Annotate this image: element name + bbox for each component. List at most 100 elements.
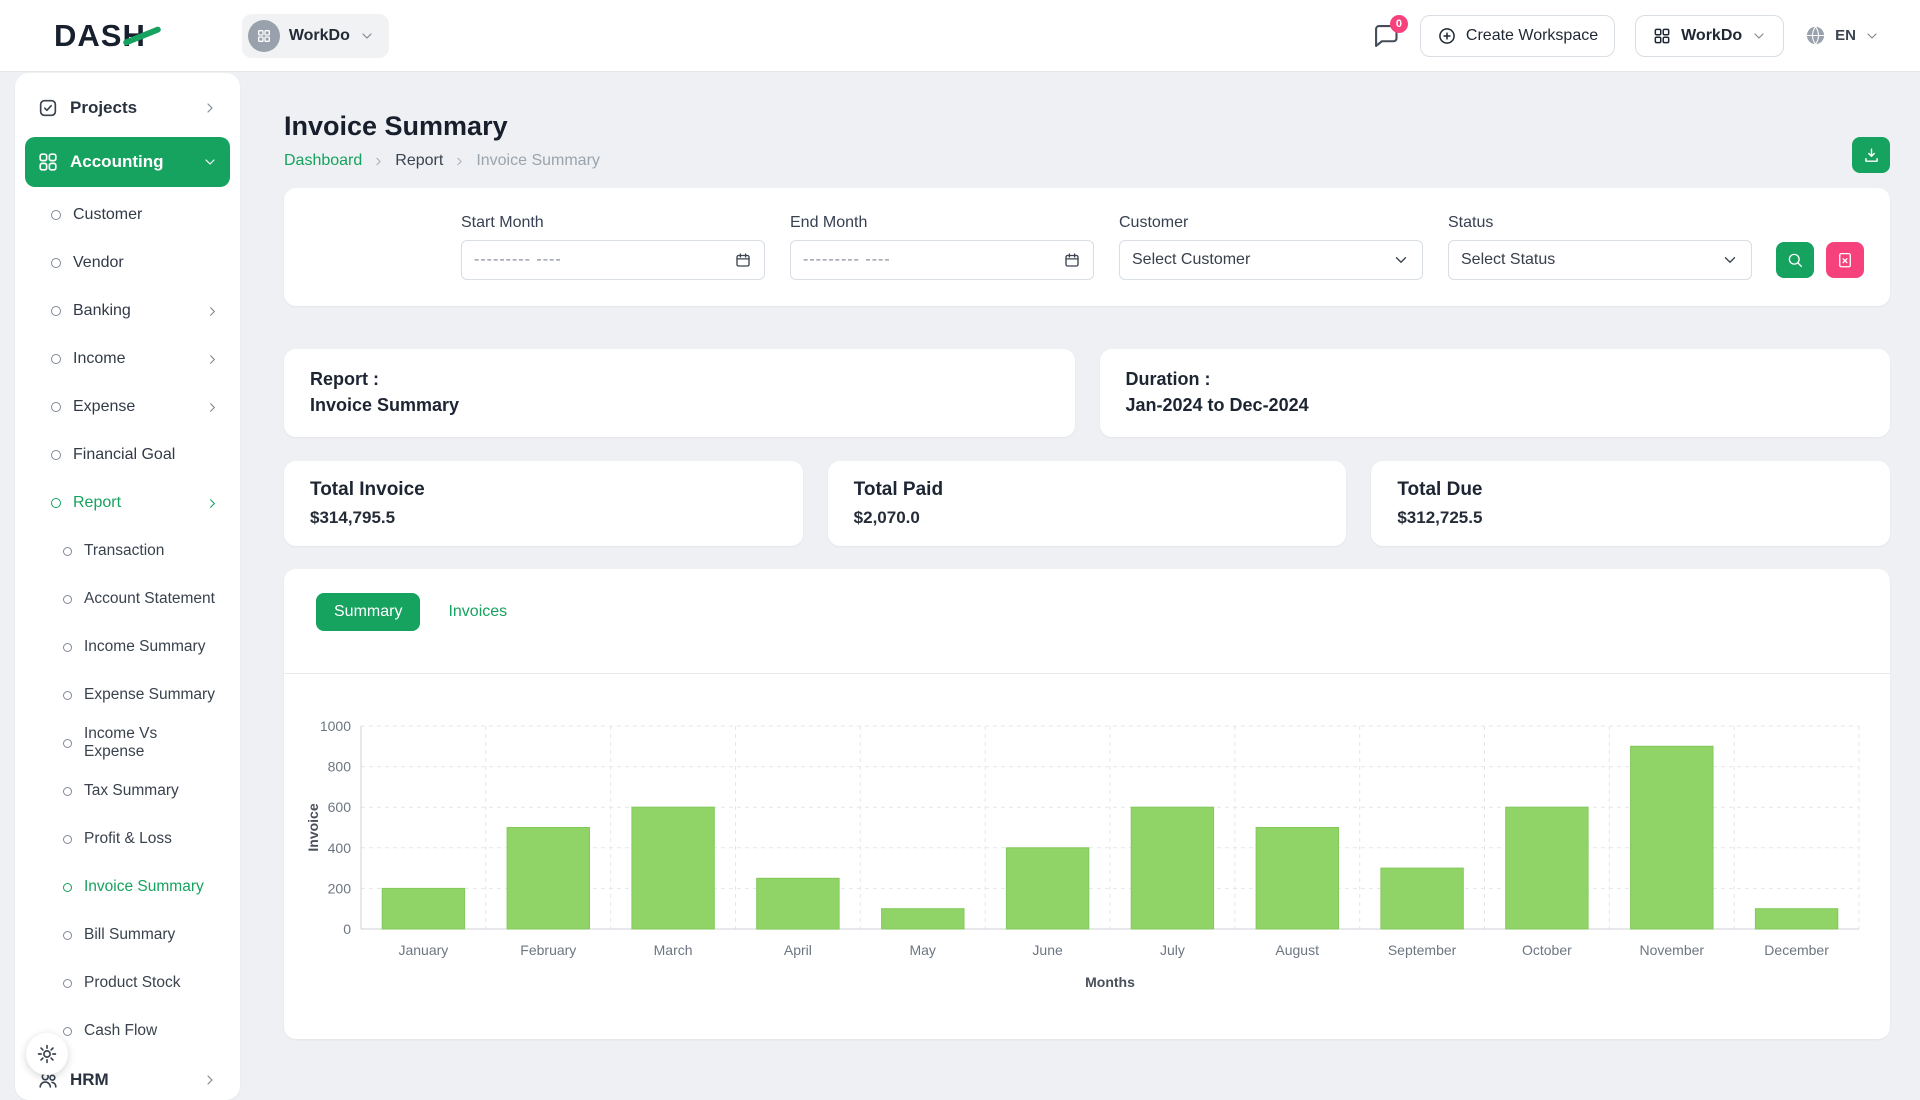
- create-workspace-button[interactable]: Create Workspace: [1420, 15, 1615, 57]
- circle-icon: [51, 258, 61, 268]
- bar-may[interactable]: [882, 909, 964, 929]
- bar-october[interactable]: [1506, 807, 1588, 929]
- sidebar-item-expense[interactable]: Expense: [25, 383, 230, 431]
- sidebar-item-label: Income Vs Expense: [84, 725, 220, 761]
- circle-icon: [63, 883, 72, 892]
- sidebar-item-label: Vendor: [73, 254, 124, 272]
- bar-february[interactable]: [507, 828, 589, 930]
- sidebar-item-tax-summary[interactable]: Tax Summary: [25, 767, 230, 815]
- search-button[interactable]: [1776, 242, 1814, 278]
- sidebar-item-financial-goal[interactable]: Financial Goal: [25, 431, 230, 479]
- chevron-down-icon: [202, 154, 218, 170]
- breadcrumb-dashboard[interactable]: Dashboard: [284, 152, 362, 170]
- bar-august[interactable]: [1256, 828, 1338, 930]
- circle-icon: [63, 1027, 72, 1036]
- duration-value: Jan-2024 to Dec-2024: [1126, 395, 1865, 416]
- chevron-right-icon: [205, 352, 220, 367]
- status-select[interactable]: Select Status: [1448, 240, 1752, 280]
- stats-row: Total Invoice$314,795.5Total Paid$2,070.…: [284, 461, 1890, 546]
- svg-text:March: March: [654, 942, 693, 958]
- bar-september[interactable]: [1381, 868, 1463, 929]
- circle-icon: [63, 979, 72, 988]
- bar-april[interactable]: [757, 878, 839, 929]
- tab-invoices[interactable]: Invoices: [430, 593, 525, 631]
- account-menu-button[interactable]: WorkDo: [1635, 15, 1784, 57]
- svg-text:800: 800: [328, 759, 352, 775]
- filter-card: Start Month --------- ---- End Month ---…: [284, 188, 1890, 306]
- bar-july[interactable]: [1131, 807, 1213, 929]
- filter-actions: [1776, 242, 1864, 278]
- app-logo[interactable]: DASH: [54, 18, 146, 54]
- bar-november[interactable]: [1631, 746, 1713, 929]
- stat-label: Total Invoice: [310, 479, 777, 501]
- svg-text:1000: 1000: [320, 718, 351, 734]
- bar-june[interactable]: [1006, 848, 1088, 929]
- sidebar-item-label: Projects: [70, 98, 137, 118]
- sidebar-item-income-summary[interactable]: Income Summary: [25, 623, 230, 671]
- stat-value: $312,725.5: [1397, 508, 1864, 528]
- sidebar-item-report[interactable]: Report: [25, 479, 230, 527]
- sidebar-item-income[interactable]: Income: [25, 335, 230, 383]
- chevron-down-icon: [1721, 251, 1739, 269]
- stat-label: Total Paid: [854, 479, 1321, 501]
- svg-text:January: January: [398, 942, 448, 958]
- sidebar-item-label: Income Summary: [84, 638, 205, 656]
- sidebar-item-label: Report: [73, 494, 121, 512]
- language-selector[interactable]: EN: [1804, 24, 1880, 47]
- status-field: Status Select Status: [1448, 214, 1752, 280]
- circle-icon: [51, 498, 61, 508]
- sidebar-item-accounting[interactable]: Accounting: [25, 137, 230, 187]
- bar-march[interactable]: [632, 807, 714, 929]
- sidebar-item-label: Expense Summary: [84, 686, 215, 704]
- tab-summary[interactable]: Summary: [316, 593, 420, 631]
- sidebar-item-projects[interactable]: Projects: [25, 83, 230, 133]
- sidebar-item-product-stock[interactable]: Product Stock: [25, 959, 230, 1007]
- sidebar-item-bill-summary[interactable]: Bill Summary: [25, 911, 230, 959]
- chevron-down-icon: [1751, 28, 1767, 44]
- sidebar-item-customer[interactable]: Customer: [25, 191, 230, 239]
- sidebar-item-account-statement[interactable]: Account Statement: [25, 575, 230, 623]
- settings-fab[interactable]: [26, 1033, 68, 1075]
- sidebar-item-banking[interactable]: Banking: [25, 287, 230, 335]
- sidebar-item-transaction[interactable]: Transaction: [25, 527, 230, 575]
- workspace-name: WorkDo: [289, 27, 350, 45]
- sidebar-nav: Projects AccountingCustomer Vendor Banking I…: [25, 83, 230, 1100]
- sidebar-item-expense-summary[interactable]: Expense Summary: [25, 671, 230, 719]
- breadcrumb-invoice-summary: Invoice Summary: [476, 152, 600, 170]
- sidebar-item-income-vs-expense[interactable]: Income Vs Expense: [25, 719, 230, 767]
- bar-january[interactable]: [382, 888, 464, 929]
- sidebar-item-profit-loss[interactable]: Profit & Loss: [25, 815, 230, 863]
- y-axis-title: Invoice: [305, 803, 321, 851]
- circle-icon: [63, 739, 72, 748]
- download-button[interactable]: [1852, 137, 1890, 173]
- svg-text:0: 0: [343, 921, 351, 937]
- bar-december[interactable]: [1755, 909, 1837, 929]
- customer-select[interactable]: Select Customer: [1119, 240, 1423, 280]
- sidebar-item-vendor[interactable]: Vendor: [25, 239, 230, 287]
- circle-icon: [63, 547, 72, 556]
- stat-card-total-paid: Total Paid$2,070.0: [828, 461, 1347, 546]
- calendar-icon: [734, 251, 752, 269]
- customer-label: Customer: [1119, 214, 1423, 232]
- top-header: DASH WorkDo 0 Create Workspace WorkDo EN: [0, 0, 1920, 71]
- reset-button[interactable]: [1826, 242, 1864, 278]
- svg-text:600: 600: [328, 799, 352, 815]
- report-info-card: Report : Invoice Summary: [284, 349, 1075, 437]
- messages-badge: 0: [1390, 15, 1408, 33]
- start-month-input[interactable]: --------- ----: [461, 240, 765, 280]
- circle-icon: [63, 931, 72, 940]
- reset-icon: [1836, 251, 1854, 269]
- svg-text:December: December: [1764, 942, 1829, 958]
- circle-icon: [51, 402, 61, 412]
- end-month-input[interactable]: --------- ----: [790, 240, 1094, 280]
- sidebar-item-invoice-summary[interactable]: Invoice Summary: [25, 863, 230, 911]
- report-label: Report :: [310, 369, 1049, 390]
- circle-icon: [63, 787, 72, 796]
- breadcrumb: Dashboard Report Invoice Summary: [284, 152, 1890, 170]
- breadcrumb-report: Report: [395, 152, 443, 170]
- svg-text:June: June: [1032, 942, 1063, 958]
- messages-button[interactable]: 0: [1372, 22, 1400, 50]
- workspace-selector[interactable]: WorkDo: [242, 14, 389, 58]
- circle-icon: [51, 210, 61, 220]
- sidebar-item-label: Banking: [73, 302, 131, 320]
